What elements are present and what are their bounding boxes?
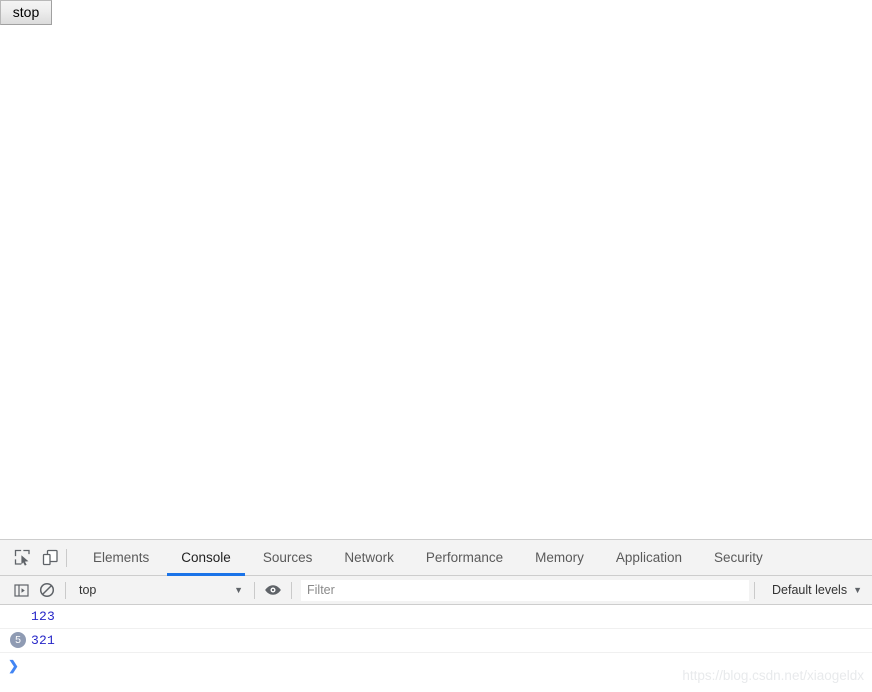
tab-performance[interactable]: Performance [410,540,519,575]
tab-console[interactable]: Console [165,540,247,576]
device-toolbar-icon[interactable] [36,544,64,572]
tab-label: Memory [535,550,584,565]
tab-label: Application [615,550,682,565]
prompt-caret [27,659,28,672]
inspect-element-icon[interactable] [8,544,36,572]
tab-label: Sources [262,550,313,565]
console-message-row[interactable]: 5 321 [0,629,872,653]
devtools-panel: Elements Console Sources Network Perform… [0,539,872,692]
eye-icon[interactable] [260,577,286,603]
tab-sources[interactable]: Sources [247,540,329,575]
tab-label: Console [181,550,231,565]
page-viewport: stop [0,0,872,539]
console-prompt[interactable]: ❯ [0,653,872,677]
console-message-text: 321 [31,632,56,648]
clear-console-icon[interactable] [34,577,60,603]
devtools-toolbar-icons [0,540,77,575]
tab-label: Elements [93,550,150,565]
log-levels-select[interactable]: Default levels ▼ [760,580,872,601]
execution-context-value: top [79,583,97,597]
toolbar-divider [754,581,756,599]
prompt-arrow-icon: ❯ [8,657,19,673]
console-output[interactable]: 123 5 321 ❯ https://blog.csdn.net/xiaoge… [0,605,872,692]
tab-label: Network [344,550,394,565]
chevron-down-icon: ▼ [234,584,243,595]
toolbar-divider [254,581,255,599]
console-sidebar-icon[interactable] [8,577,34,603]
tab-network[interactable]: Network [328,540,410,575]
filter-input[interactable] [301,579,750,601]
toolbar-divider [65,581,66,599]
log-levels-label: Default levels [772,583,848,597]
tab-label: Performance [425,550,504,565]
stop-button[interactable]: stop [0,0,52,25]
tab-security[interactable]: Security [698,540,779,575]
console-toolbar: top ▼ Default levels ▼ [0,576,872,605]
tab-memory[interactable]: Memory [519,540,600,575]
chevron-down-icon: ▼ [853,584,862,595]
tab-elements[interactable]: Elements [77,540,165,575]
devtools-tabstrip: Elements Console Sources Network Perform… [0,540,872,576]
repeat-count-badge: 5 [10,632,26,648]
tab-label: Security [713,550,763,565]
tab-application[interactable]: Application [600,540,698,575]
devtools-tabs: Elements Console Sources Network Perform… [77,540,779,576]
toolbar-divider [66,548,67,567]
toolbar-divider [291,581,292,599]
console-message-row[interactable]: 123 [0,605,872,629]
execution-context-select[interactable]: top ▼ [71,580,249,601]
console-message-text: 123 [31,608,56,624]
